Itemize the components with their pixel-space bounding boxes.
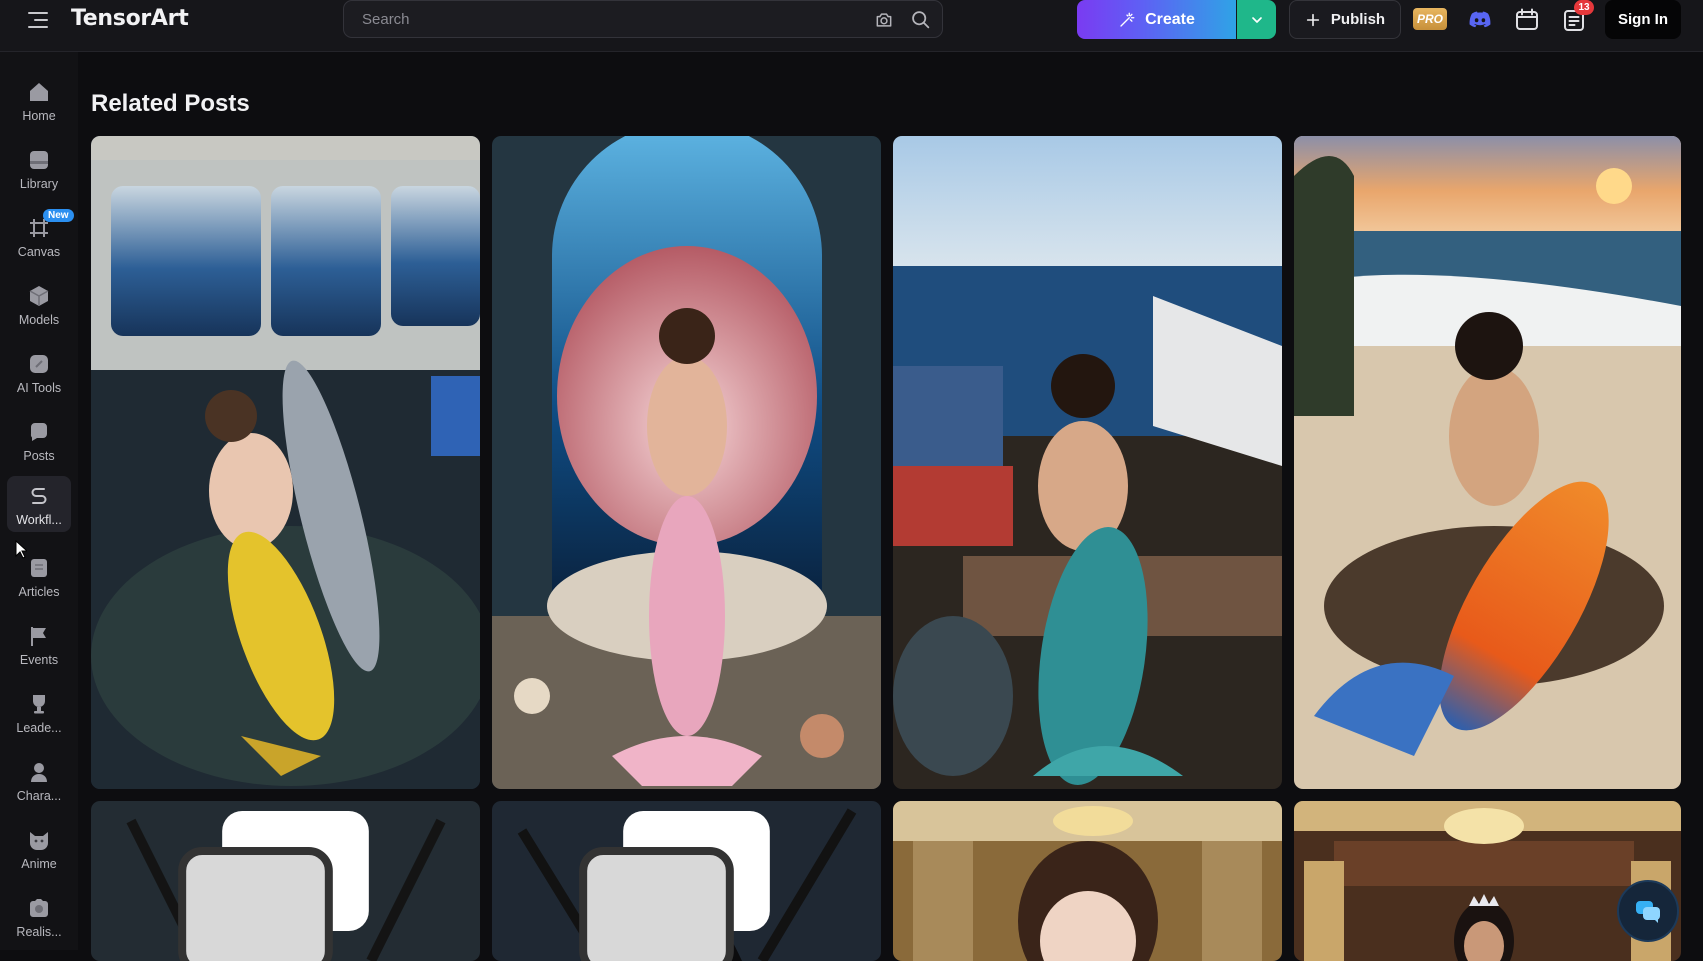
workflow-icon <box>31 488 47 504</box>
sidebar-item-ai-tools[interactable]: AI Tools <box>7 344 71 400</box>
post-image <box>893 801 1282 961</box>
ai-tools-icon <box>30 355 48 373</box>
calendar-icon[interactable] <box>1513 6 1541 34</box>
sidebar-item-label: Leade... <box>16 721 62 735</box>
post-card[interactable] <box>1294 801 1681 961</box>
leaderboard-icon <box>33 695 45 714</box>
sidebar-item-label: Models <box>18 313 60 327</box>
publish-label: Publish <box>1330 11 1386 28</box>
sidebar-item-character[interactable]: Chara... <box>7 752 71 808</box>
magic-wand-icon <box>1120 12 1135 27</box>
chat-support-button[interactable] <box>1617 880 1679 942</box>
create-button[interactable]: Create <box>1077 0 1236 39</box>
sidebar-item-label: Workfl... <box>16 513 62 527</box>
sidebar-item-posts[interactable]: Posts <box>7 412 71 468</box>
sign-in-button[interactable]: Sign In <box>1605 0 1681 39</box>
post-card[interactable] <box>492 136 881 789</box>
mouse-cursor-icon <box>15 540 27 559</box>
post-card[interactable] <box>492 801 881 961</box>
chevron-down-icon <box>1251 16 1262 23</box>
search-input[interactable] <box>362 1 842 37</box>
post-card[interactable] <box>91 136 480 789</box>
publish-button[interactable]: Publish <box>1289 0 1401 39</box>
hamburger-menu-icon[interactable] <box>28 11 50 29</box>
post-image <box>893 136 1282 789</box>
discord-icon[interactable] <box>1466 6 1494 34</box>
section-title: Related Posts <box>91 90 250 117</box>
sidebar-item-library[interactable]: Library <box>7 140 71 196</box>
chat-bubbles-icon <box>1636 901 1660 923</box>
top-bar: TensorArt Create Publish PRO <box>0 0 1703 52</box>
posts-icon <box>30 423 47 441</box>
realistic-icon <box>30 899 48 917</box>
post-card[interactable] <box>893 136 1282 789</box>
sidebar-item-label: AI Tools <box>16 381 62 395</box>
sidebar: Home Library Canvas New Models AI Tools … <box>0 52 78 950</box>
camera-search-icon[interactable] <box>874 10 894 30</box>
sidebar-item-models[interactable]: Models <box>7 276 71 332</box>
post-image <box>91 136 480 789</box>
sidebar-item-label: Chara... <box>16 789 62 803</box>
sidebar-item-canvas[interactable]: Canvas New <box>7 208 74 264</box>
post-card[interactable] <box>91 801 480 961</box>
plus-icon <box>1306 13 1320 26</box>
sidebar-item-leaderboard[interactable]: Leade... <box>7 684 71 740</box>
sidebar-item-events[interactable]: Events <box>7 616 71 672</box>
search-icon[interactable] <box>910 9 931 30</box>
sidebar-item-label: Posts <box>23 449 55 463</box>
post-card[interactable] <box>893 801 1282 961</box>
articles-icon <box>31 559 47 577</box>
home-icon <box>30 83 48 101</box>
models-icon <box>29 286 49 306</box>
sidebar-item-home[interactable]: Home <box>7 72 71 128</box>
sidebar-item-label: Canvas <box>17 245 61 259</box>
post-image <box>492 136 881 789</box>
sidebar-item-label: Library <box>19 177 59 191</box>
app-logo[interactable]: TensorArt <box>71 6 189 31</box>
character-icon <box>31 763 47 782</box>
sidebar-item-label: Home <box>22 109 56 123</box>
sidebar-item-label: Events <box>19 653 59 667</box>
sidebar-item-label: Realis... <box>16 925 62 939</box>
sidebar-item-label: Anime <box>21 857 57 871</box>
sidebar-item-realistic[interactable]: Realis... <box>7 888 71 944</box>
post-image <box>1294 136 1681 789</box>
pro-badge[interactable]: PRO <box>1413 8 1447 30</box>
create-split-button: Create <box>1077 0 1276 39</box>
multiple-images-icon <box>178 811 369 961</box>
create-dropdown-button[interactable] <box>1237 0 1276 39</box>
sidebar-item-label: Articles <box>18 585 60 599</box>
post-card[interactable] <box>1294 136 1681 789</box>
multiple-images-icon <box>579 811 770 961</box>
post-image <box>1294 801 1681 961</box>
new-badge: New <box>43 209 74 222</box>
sidebar-item-anime[interactable]: Anime <box>7 820 71 876</box>
create-label: Create <box>1145 10 1195 28</box>
notification-count-badge: 13 <box>1574 0 1594 15</box>
search-bar <box>343 0 943 38</box>
anime-icon <box>30 832 48 850</box>
sidebar-item-workflow[interactable]: Workfl... <box>7 476 71 532</box>
library-icon <box>30 151 48 169</box>
events-icon <box>31 627 46 646</box>
